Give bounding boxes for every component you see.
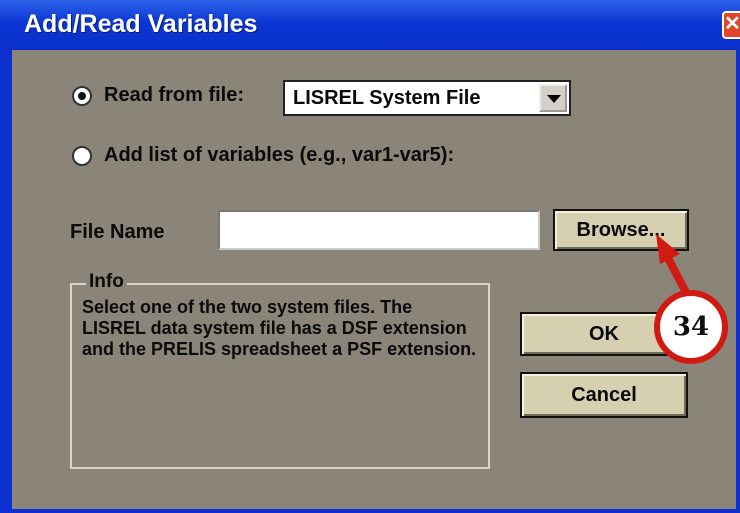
step-callout-badge: 34 <box>654 290 728 364</box>
annotation-arrow <box>656 234 694 304</box>
